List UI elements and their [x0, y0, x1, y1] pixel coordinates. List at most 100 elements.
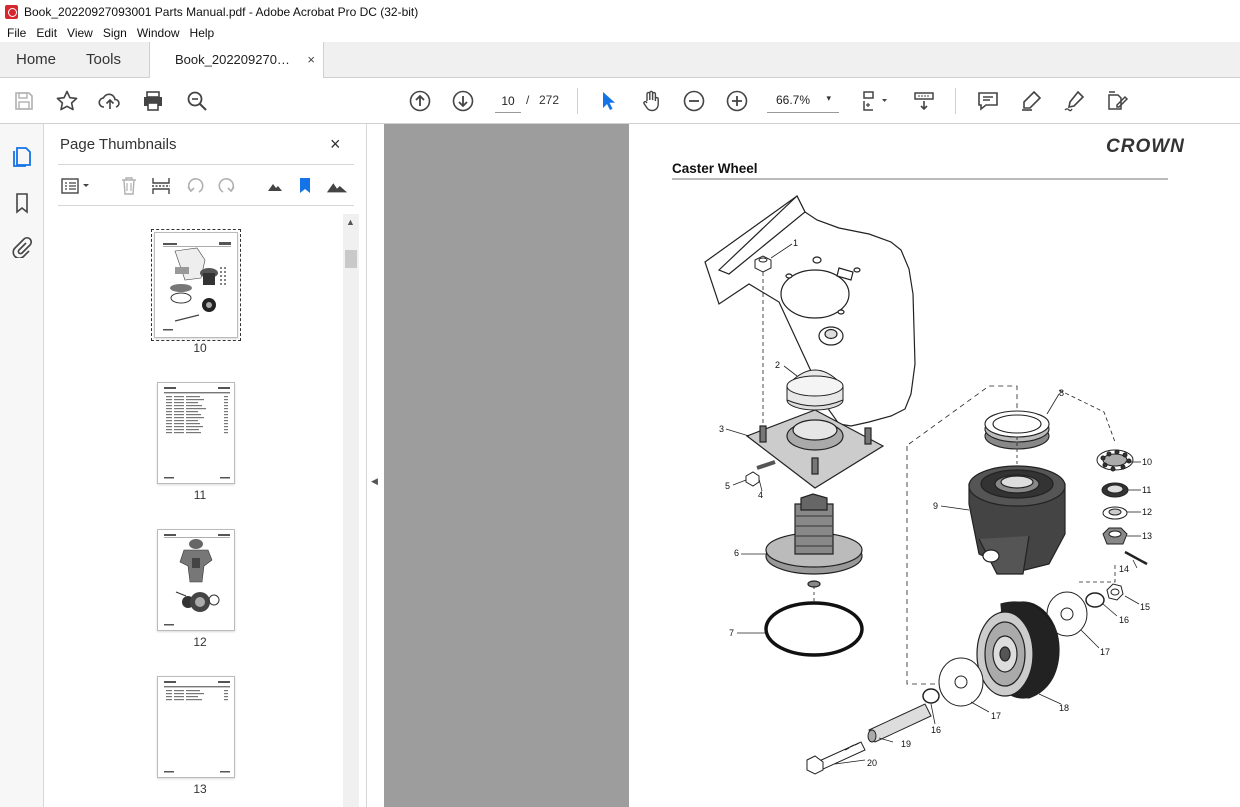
thumbnail-page-number: 11: [193, 488, 207, 502]
page-separator: /: [526, 93, 530, 107]
thumbnail-page-number: 12: [193, 635, 207, 649]
menu-window[interactable]: Window: [132, 26, 185, 40]
menu-edit[interactable]: Edit: [31, 26, 62, 40]
insert-page-icon[interactable]: [150, 175, 172, 197]
tab-home[interactable]: Home: [16, 42, 56, 78]
highlight-icon[interactable]: [1018, 88, 1044, 114]
axle-bolt-part: [806, 741, 866, 775]
delete-page-icon[interactable]: [118, 175, 140, 197]
collapse-panel-icon[interactable]: ◀: [371, 476, 378, 487]
callout-label: 6: [734, 548, 740, 558]
callout-label: 16: [931, 725, 942, 735]
attachment-icon[interactable]: [9, 234, 35, 260]
zoom-out-icon[interactable]: [681, 88, 707, 114]
axle-nut-part: [1106, 583, 1124, 601]
scroll-up-icon[interactable]: ▲: [346, 217, 355, 227]
spacer-left-part: [938, 657, 984, 707]
axle-sleeve-part: [867, 703, 932, 743]
callout-label: 2: [775, 360, 781, 370]
bookmark-page-icon[interactable]: [294, 175, 316, 197]
scroll-mode-icon[interactable]: [911, 88, 937, 114]
thumbnail-preview: [164, 387, 230, 479]
fit-page-icon[interactable]: [858, 88, 892, 114]
thumbnail-preview: [164, 681, 230, 773]
page-total: 272: [539, 93, 560, 107]
title-bar: Book_20220927093001 Parts Manual.pdf - A…: [0, 0, 1240, 23]
comment-icon[interactable]: [975, 88, 1001, 114]
left-rail: [0, 124, 44, 807]
sign-icon[interactable]: [1061, 88, 1087, 114]
tab-tools[interactable]: Tools: [86, 42, 121, 78]
callout-label: 14: [1119, 564, 1130, 574]
scrollbar-thumb[interactable]: [345, 250, 357, 268]
menu-help[interactable]: Help: [185, 26, 220, 40]
thumbnail-page[interactable]: [157, 529, 235, 631]
thumbnail-preview: [164, 534, 230, 626]
zoom-in-icon[interactable]: [724, 88, 750, 114]
pages-icon[interactable]: [9, 144, 35, 170]
upload-icon[interactable]: [97, 88, 123, 114]
callout-label: 1: [793, 238, 799, 248]
pdf-page: CROWN Caster Wheel 1 2 3 4 5 6 7 8 9 10 …: [629, 124, 1240, 807]
window-title: Book_20220927093001 Parts Manual.pdf - A…: [24, 4, 419, 19]
callout-label: 8: [1059, 388, 1065, 398]
enlarge-thumbnail-icon[interactable]: [326, 175, 348, 197]
thumbnail-page[interactable]: [157, 382, 235, 484]
page-down-icon[interactable]: [450, 88, 476, 114]
callout-label: 9: [933, 501, 939, 511]
toolbar-divider: [955, 88, 956, 114]
menu-sign[interactable]: Sign: [98, 26, 132, 40]
zoom-search-icon[interactable]: [184, 88, 210, 114]
callout-label: 7: [729, 628, 735, 638]
edit-pdf-icon[interactable]: [1104, 88, 1130, 114]
thumbnails-panel: Page Thumbnails × 10 11 12 13 ▲: [44, 124, 366, 807]
tab-close-icon[interactable]: ×: [307, 42, 315, 78]
toolbar-divider: [577, 88, 578, 114]
page-up-icon[interactable]: [407, 88, 433, 114]
callout-label: 3: [719, 424, 725, 434]
zoom-value: 66.7%: [776, 93, 811, 107]
select-arrow-icon[interactable]: [595, 88, 621, 114]
callout-label: 20: [867, 758, 878, 768]
wheel-part: [976, 601, 1060, 699]
callout-label: 19: [901, 739, 912, 749]
hand-icon[interactable]: [638, 88, 664, 114]
callout-label: 4: [758, 490, 764, 500]
thumbnail-page-number: 13: [193, 782, 207, 796]
menu-bar: File Edit View Sign Window Help: [0, 23, 1240, 42]
menu-view[interactable]: View: [62, 26, 98, 40]
bookmark-icon[interactable]: [9, 190, 35, 216]
thumbnail-page[interactable]: [157, 676, 235, 778]
tab-bar: Home Tools Book_202209270… ×: [0, 42, 1240, 79]
panel-title: Page Thumbnails: [60, 136, 177, 153]
panel-close-icon[interactable]: ×: [330, 134, 341, 155]
thumbnail-page-number: 10: [193, 341, 207, 355]
thumbnail-page[interactable]: [151, 229, 241, 341]
washer-left-part: [922, 688, 940, 704]
thumbnail-scrollbar[interactable]: ▲: [343, 214, 359, 807]
callout-label: 17: [991, 711, 1002, 721]
thumbnail-preview: [163, 242, 231, 331]
options-menu-icon[interactable]: [60, 175, 94, 197]
print-icon[interactable]: [140, 88, 166, 114]
page-number-input[interactable]: [495, 89, 521, 113]
panel-splitter[interactable]: ◀: [366, 124, 384, 807]
rotate-right-icon[interactable]: [216, 175, 238, 197]
thumbnails-toolbar: [58, 164, 354, 206]
menu-file[interactable]: File: [2, 26, 31, 40]
callout-label: 10: [1142, 457, 1153, 467]
reduce-thumbnail-icon[interactable]: [264, 175, 286, 197]
callout-label: 15: [1140, 602, 1151, 612]
rotate-left-icon[interactable]: [184, 175, 206, 197]
callout-label: 11: [1142, 485, 1152, 495]
callout-label: 13: [1142, 531, 1153, 541]
tab-document[interactable]: Book_202209270… ×: [149, 42, 324, 79]
save-icon[interactable]: [11, 88, 37, 114]
washer-part: [1085, 592, 1105, 608]
star-icon[interactable]: [54, 88, 80, 114]
zoom-dropdown[interactable]: 66.7% ▾: [767, 89, 839, 113]
callout-label: 5: [725, 481, 731, 491]
king-pin-part: [765, 493, 863, 588]
thumbnail-list: 10 11 12 13: [58, 214, 342, 807]
o-ring-part: [764, 601, 864, 657]
